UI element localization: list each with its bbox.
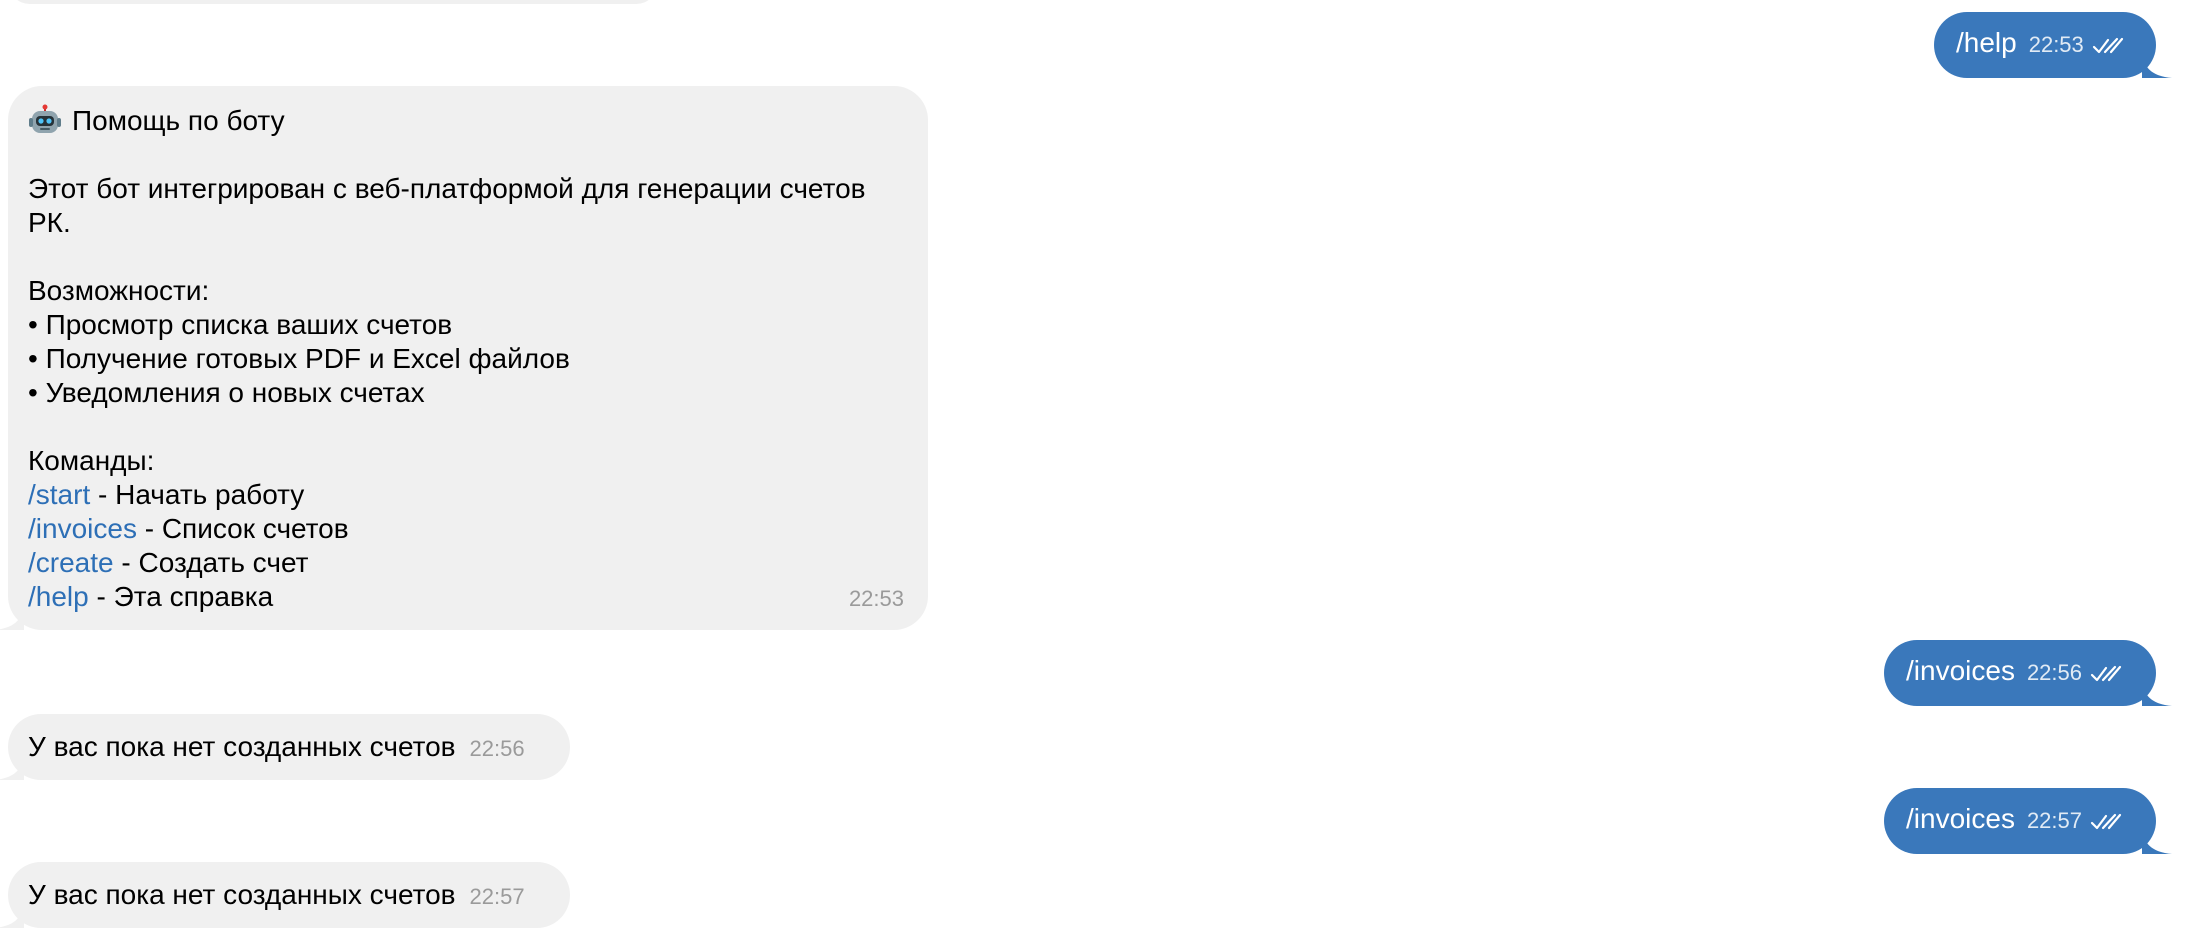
robot-icon <box>29 104 61 133</box>
chat-area[interactable]: /help 22:53 Помощь по боту Этот бот инте… <box>0 0 2190 940</box>
bubble-tail <box>2142 824 2172 854</box>
bubble-tail <box>0 600 24 630</box>
bubble-tail <box>2142 48 2172 78</box>
command-description: - Создать счет <box>113 547 309 578</box>
command-description: - Начать работу <box>90 479 305 510</box>
feature-item: • Просмотр списка ваших счетов <box>28 309 453 340</box>
message-text: У вас пока нет созданных счетов <box>28 731 456 762</box>
command-link-invoices[interactable]: /invoices <box>28 513 137 544</box>
help-intro-line: Этот бот интегрирован с веб-платформой д… <box>28 173 866 204</box>
command-link-help[interactable]: /help <box>28 581 89 612</box>
message-time: 22:57 <box>2027 804 2122 838</box>
previous-message-bubble[interactable] <box>8 0 658 4</box>
message-text: /help <box>1956 27 2017 58</box>
feature-item: • Получение готовых PDF и Excel файлов <box>28 343 570 374</box>
feature-item: • Уведомления о новых счетах <box>28 377 425 408</box>
command-link-create[interactable]: /create <box>28 547 114 578</box>
outgoing-message[interactable]: /invoices 22:57 <box>1884 788 2172 854</box>
double-check-icon <box>2091 666 2122 682</box>
command-row: /invoices - Список счетов <box>28 512 908 546</box>
message-time: 22:56 <box>2027 656 2122 690</box>
commands-header: Команды: <box>28 445 155 476</box>
bubble-tail <box>0 898 24 928</box>
help-title: Помощь по боту <box>28 104 908 138</box>
message-time: 22:57 <box>469 884 525 909</box>
command-row: /help - Эта справка <box>28 580 908 614</box>
command-row: /start - Начать работу <box>28 478 908 512</box>
message-text: У вас пока нет созданных счетов <box>28 879 456 910</box>
bubble-tail <box>0 750 24 780</box>
message-time: 22:53 <box>848 586 904 611</box>
incoming-message[interactable]: У вас пока нет созданных счетов 22:56 <box>0 714 570 780</box>
bubble-tail <box>2142 676 2172 706</box>
incoming-message-help[interactable]: Помощь по боту Этот бот интегрирован с в… <box>0 86 928 630</box>
incoming-message[interactable]: У вас пока нет созданных счетов 22:57 <box>0 862 570 928</box>
command-description: - Список счетов <box>136 513 349 544</box>
message-text: /invoices <box>1906 803 2015 834</box>
message-time: 22:53 <box>2029 28 2124 62</box>
help-intro-line: РК. <box>28 207 71 238</box>
double-check-icon <box>2091 814 2122 830</box>
double-check-icon <box>2092 38 2124 54</box>
command-row: /create - Создать счет <box>28 546 908 580</box>
message-text: /invoices <box>1906 655 2015 686</box>
outgoing-message[interactable]: /help 22:53 <box>1934 12 2172 78</box>
message-time: 22:56 <box>469 736 525 761</box>
command-description: - Эта справка <box>88 581 274 612</box>
features-header: Возможности: <box>28 275 210 306</box>
outgoing-message[interactable]: /invoices 22:56 <box>1884 640 2172 706</box>
command-link-start[interactable]: /start <box>28 479 90 510</box>
